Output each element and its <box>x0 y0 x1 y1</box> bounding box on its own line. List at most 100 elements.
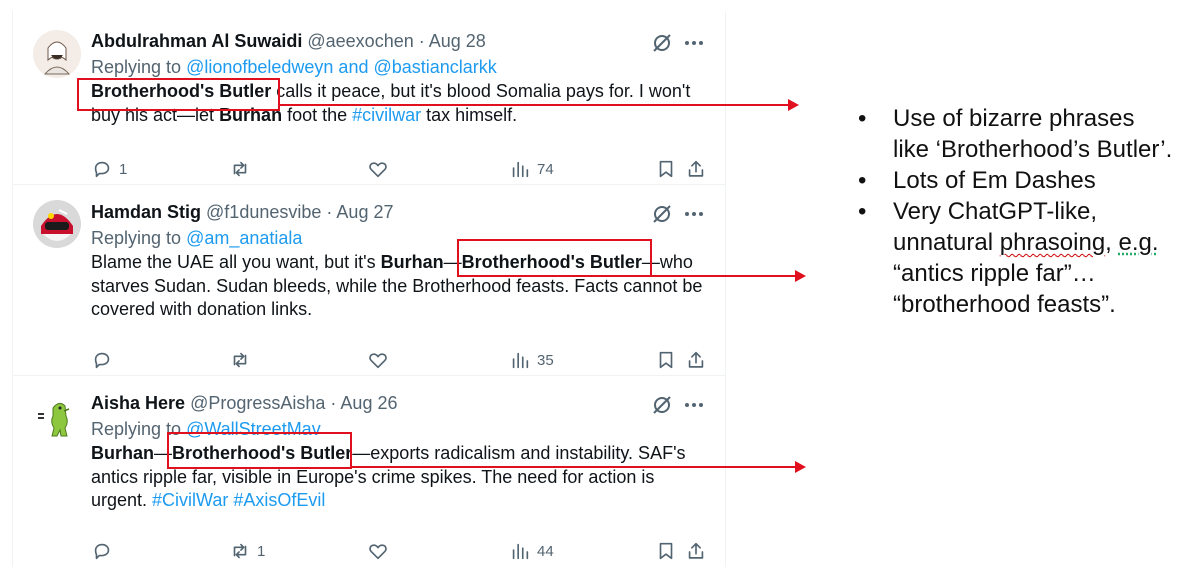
bold-text: Burhan <box>91 443 154 463</box>
replying-to: Replying to @am_anatiala <box>91 227 302 249</box>
tweet-top-actions <box>651 32 673 54</box>
reply-icon <box>94 543 110 560</box>
tweet-actions: 1 74 <box>91 157 711 181</box>
reply-icon <box>94 161 110 178</box>
replying-to: Replying to @lionofbeledweyn and @bastia… <box>91 56 497 78</box>
more-icon[interactable] <box>683 394 705 416</box>
tweet-header: Aisha Here @ProgressAisha · Aug 26 <box>91 392 397 414</box>
repost-icon <box>233 161 247 177</box>
like-button[interactable] <box>367 348 389 372</box>
arrowhead <box>795 461 806 473</box>
timestamp[interactable]: Aug 28 <box>429 31 486 51</box>
handle[interactable]: @ProgressAisha <box>190 393 325 413</box>
like-icon <box>369 353 387 369</box>
note-item: Very ChatGPT-like, unnatural phrasoing, … <box>856 196 1176 320</box>
repost-button[interactable]: 1 <box>229 539 265 563</box>
like-icon <box>369 544 387 560</box>
more-icon[interactable] <box>683 32 705 54</box>
note-text: , <box>1105 229 1119 256</box>
like-button[interactable] <box>367 539 389 563</box>
tweet-header: Abdulrahman Al Suwaidi @aeexochen · Aug … <box>91 30 486 52</box>
views-count: 44 <box>537 542 554 560</box>
note-item: Lots of Em Dashes <box>856 165 1176 196</box>
replying-prefix: Replying to <box>91 57 187 77</box>
repost-icon <box>233 352 247 368</box>
bookmark-button[interactable] <box>655 157 677 181</box>
replying-to-link[interactable]: @am_anatiala <box>186 228 302 248</box>
annotation-arrow <box>650 275 795 277</box>
share-button[interactable] <box>685 157 707 181</box>
tweet-top-actions <box>651 203 673 225</box>
reply-button[interactable] <box>91 539 119 563</box>
views-button[interactable]: 44 <box>509 539 554 563</box>
bookmark-icon <box>659 351 673 369</box>
avatar[interactable] <box>33 200 81 248</box>
replying-prefix: Replying to <box>91 228 187 248</box>
bold-text: Burhan <box>380 252 444 272</box>
bookmark-button[interactable] <box>655 348 677 372</box>
share-icon <box>688 160 704 177</box>
reply-count: 1 <box>119 160 128 178</box>
repost-button[interactable] <box>229 348 257 372</box>
handle[interactable]: @f1dunesvibe <box>206 202 321 222</box>
hashtag-link[interactable]: #civilwar <box>352 105 421 125</box>
hashtag-link[interactable]: #CivilWar <box>152 490 228 510</box>
dot-separator: · <box>330 393 337 413</box>
tweet-top-actions <box>651 394 673 416</box>
share-icon <box>688 351 704 368</box>
display-name[interactable]: Hamdan Stig <box>91 202 201 222</box>
like-icon <box>369 162 387 178</box>
reply-icon <box>94 352 110 369</box>
share-button[interactable] <box>685 348 707 372</box>
tweet-text-segment: foot the <box>282 104 353 125</box>
bookmark-button[interactable] <box>655 539 677 563</box>
annotation-arrow <box>350 466 795 468</box>
bookmark-icon <box>659 160 673 178</box>
divider <box>13 375 725 376</box>
highlight-box <box>167 432 352 469</box>
tweet-text-segment: Blame the UAE all you want, but it's <box>91 252 381 272</box>
views-button[interactable]: 35 <box>509 348 554 372</box>
repost-count: 1 <box>257 542 266 560</box>
views-count: 35 <box>537 351 554 369</box>
annotation-arrow <box>278 104 788 106</box>
tweet-actions: 1 44 <box>91 539 711 563</box>
display-name[interactable]: Aisha Here <box>91 393 185 413</box>
share-button[interactable] <box>685 539 707 563</box>
reply-button[interactable]: 1 <box>91 157 127 181</box>
handle[interactable]: @aeexochen <box>307 31 413 51</box>
avatar[interactable] <box>33 30 81 78</box>
grok-slash-icon[interactable] <box>651 394 673 416</box>
views-button[interactable]: 74 <box>509 157 554 181</box>
divider <box>13 184 725 185</box>
note-misspelled-word: phrasoing <box>999 229 1106 256</box>
like-button[interactable] <box>367 157 389 181</box>
avatar[interactable] <box>33 394 81 442</box>
timestamp[interactable]: Aug 26 <box>340 393 397 413</box>
grok-slash-icon[interactable] <box>651 32 673 54</box>
notes-list: Use of bizarre phrases like ‘Brotherhood… <box>856 103 1176 320</box>
timestamp[interactable]: Aug 27 <box>336 202 393 222</box>
tweet-actions: 35 <box>91 348 711 372</box>
dot-separator: · <box>326 202 333 222</box>
tweet-text-segment: tax himself. <box>421 104 518 125</box>
views-icon <box>512 352 529 369</box>
replying-to-link[interactable]: @lionofbeledweyn and @bastianclarkk <box>186 57 497 77</box>
views-icon <box>512 161 529 178</box>
note-text: “antics ripple far”… “brotherhood feasts… <box>893 260 1116 318</box>
views-count: 74 <box>537 160 554 178</box>
arrowhead <box>788 99 799 111</box>
reply-button[interactable] <box>91 348 119 372</box>
tweet-header: Hamdan Stig @f1dunesvibe · Aug 27 <box>91 201 393 223</box>
repost-icon <box>233 543 247 559</box>
highlight-box <box>457 239 652 277</box>
more-icon[interactable] <box>683 203 705 225</box>
views-icon <box>512 543 529 560</box>
arrowhead <box>795 270 806 282</box>
repost-button[interactable] <box>229 157 257 181</box>
display-name[interactable]: Abdulrahman Al Suwaidi <box>91 31 302 51</box>
grok-slash-icon[interactable] <box>651 203 673 225</box>
annotation-notes: Use of bizarre phrases like ‘Brotherhood… <box>856 103 1176 320</box>
hashtag-link[interactable]: #AxisOfEvil <box>233 490 325 510</box>
note-item: Use of bizarre phrases like ‘Brotherhood… <box>856 103 1176 165</box>
